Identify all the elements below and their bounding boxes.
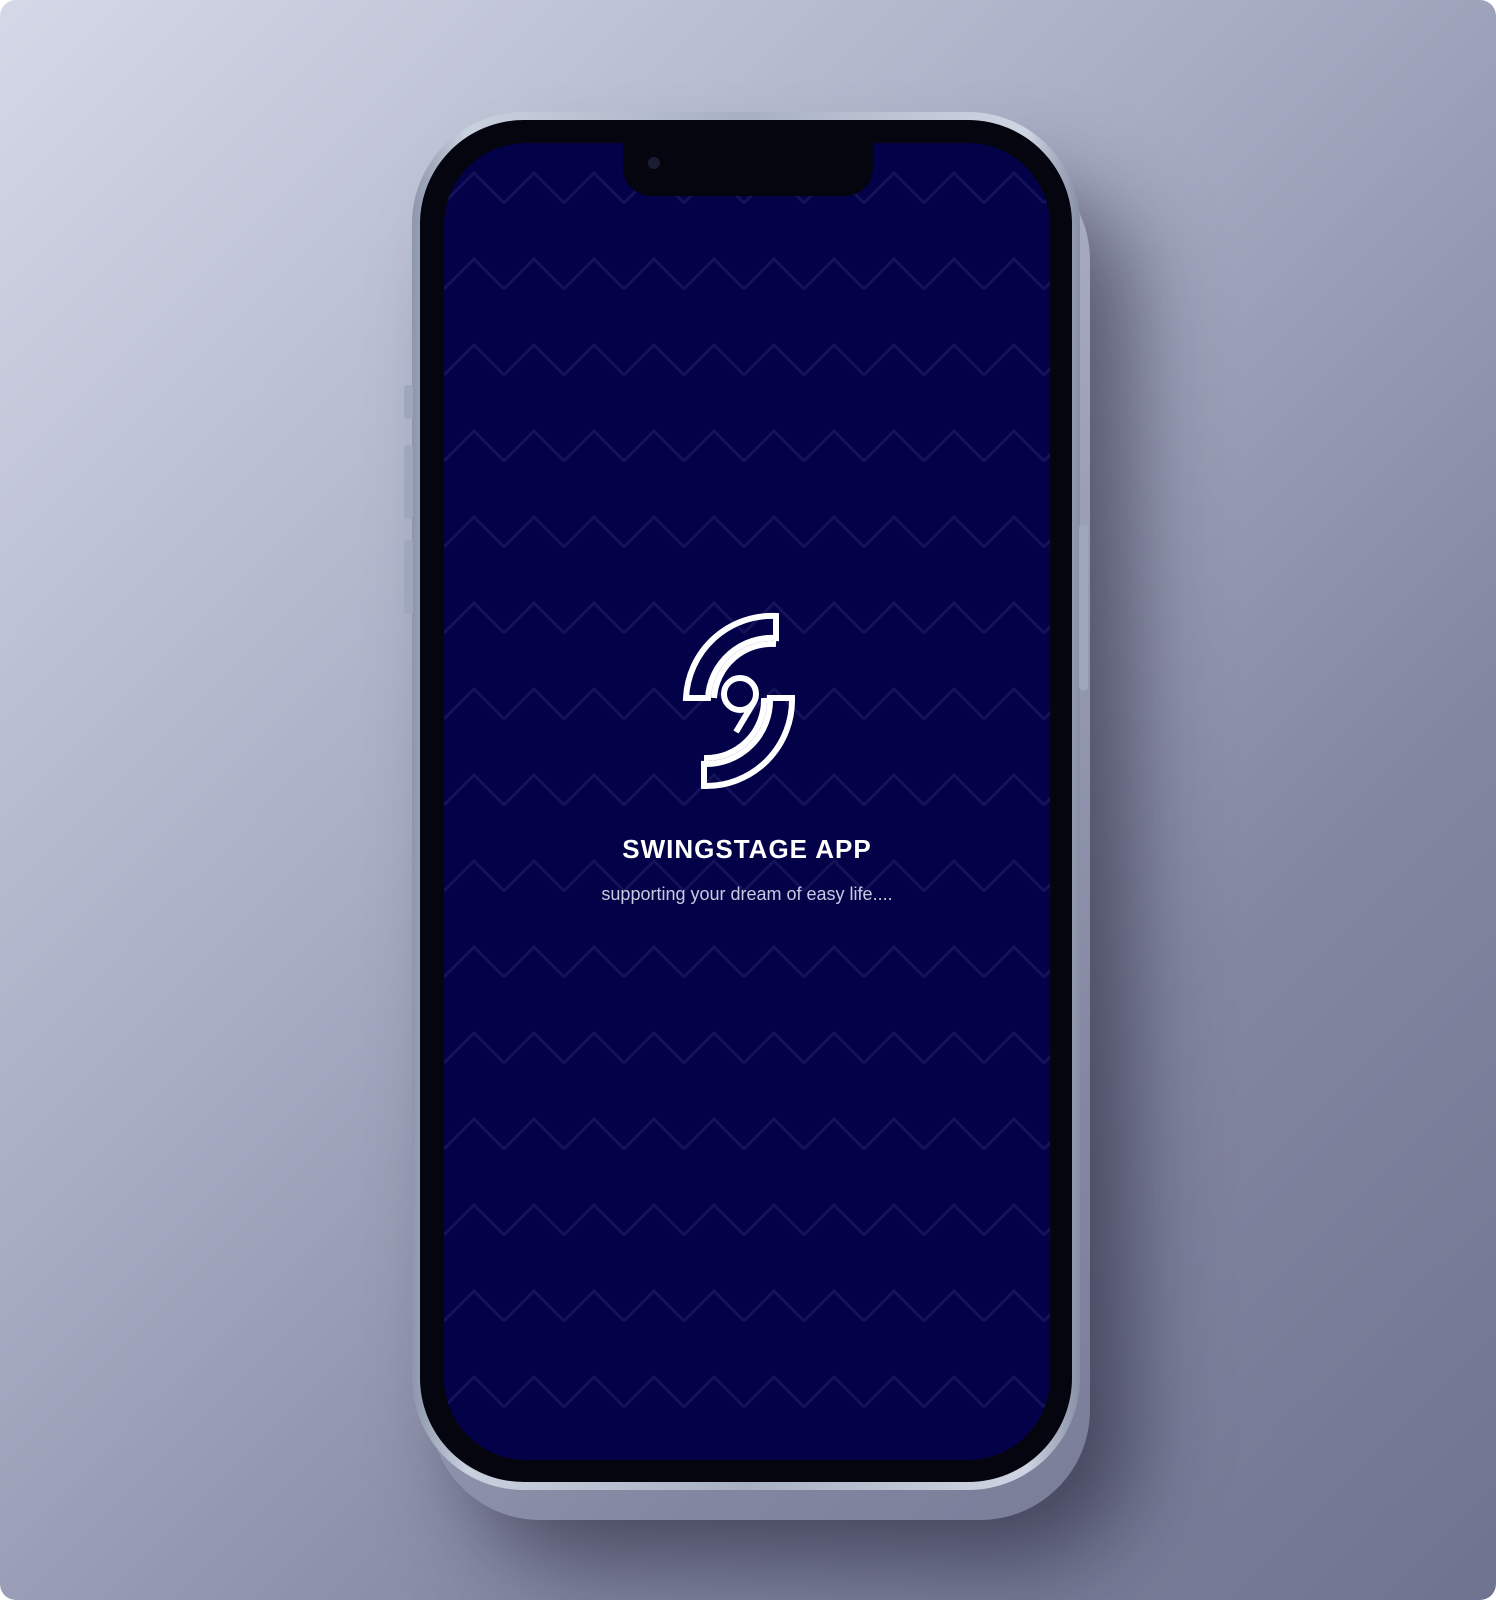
volume-up-button (404, 445, 413, 519)
notch (623, 140, 873, 196)
swingstage-s-logo-icon (682, 612, 796, 790)
app-tagline: supporting your dream of easy life.... (601, 884, 893, 904)
splash-screen[interactable] (444, 143, 1050, 1460)
volume-down-button (404, 540, 413, 614)
app-title: SWINGSTAGE APP (622, 834, 872, 864)
zigzag-pattern (444, 143, 1050, 1460)
mute-switch (404, 385, 413, 419)
backdrop: SWINGSTAGE APP supporting your dream of … (0, 0, 1496, 1600)
camera-icon (648, 157, 660, 169)
power-button (1079, 525, 1088, 690)
